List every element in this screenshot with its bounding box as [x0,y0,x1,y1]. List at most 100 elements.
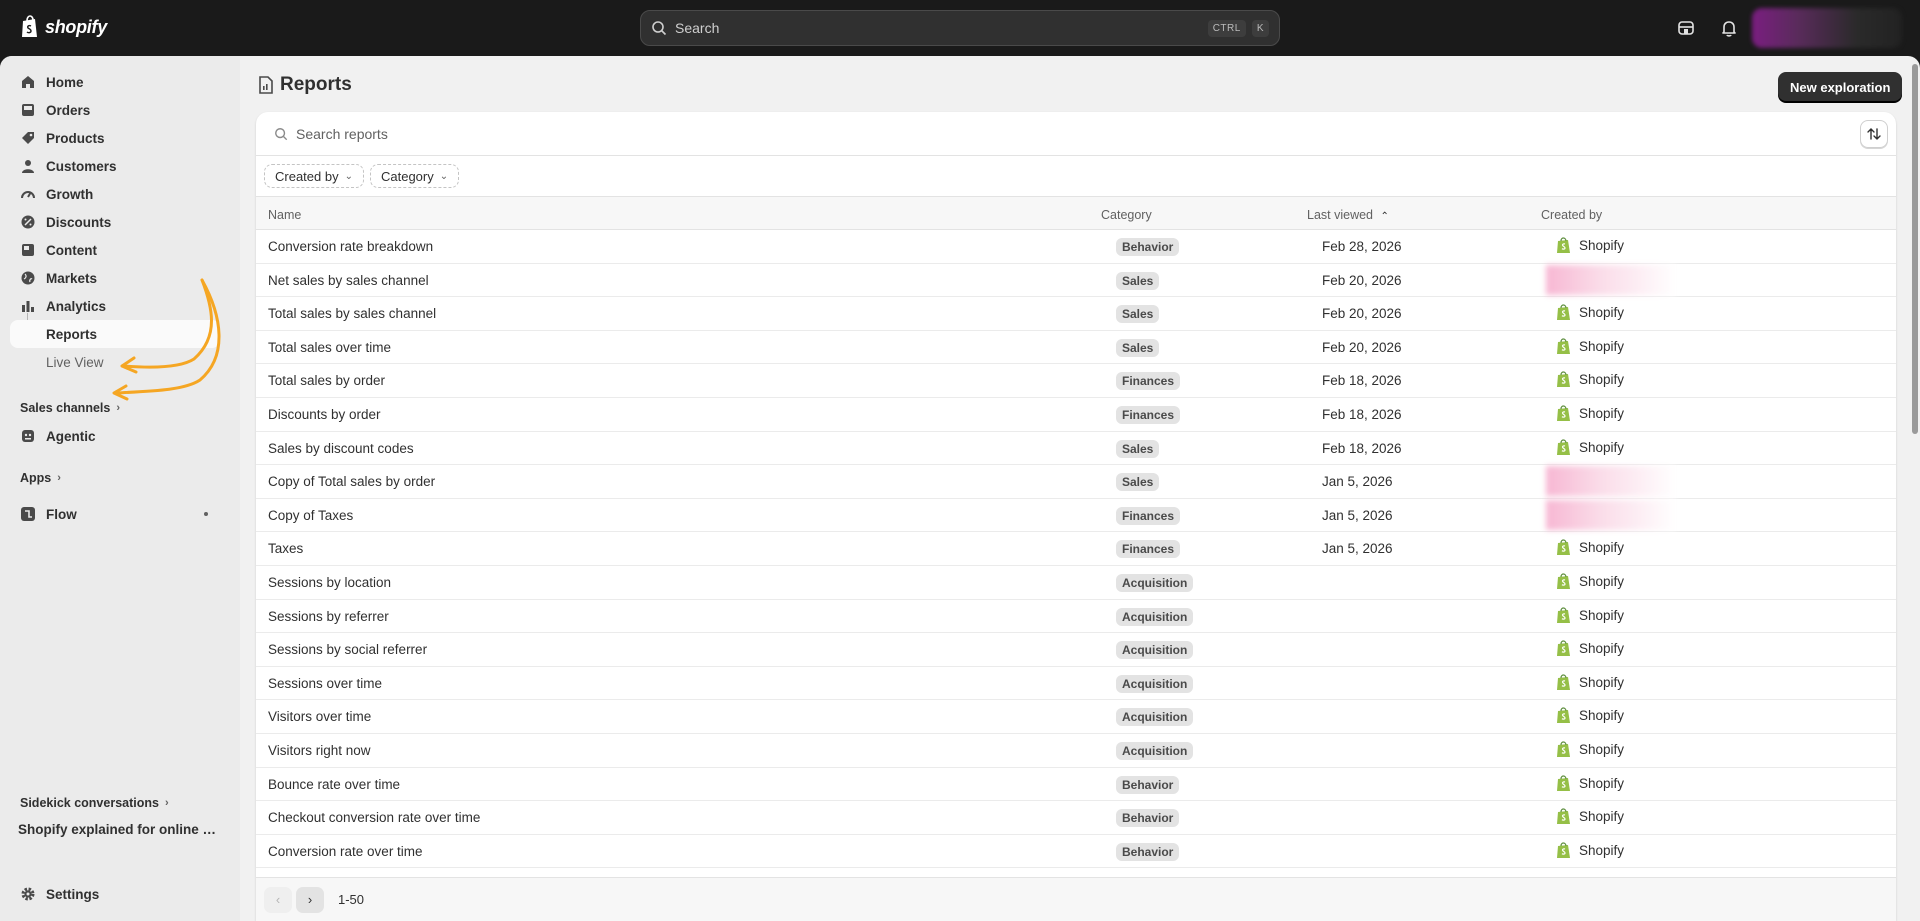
report-name[interactable]: Net sales by sales channel [268,273,429,288]
column-category[interactable]: Category [1101,208,1152,222]
report-name[interactable]: Visitors right now [268,743,371,758]
shopify-bag-icon [1557,808,1570,825]
table-row[interactable]: Net sales by sales channel Sales Feb 20, 2… [256,264,1896,298]
table-row[interactable]: Sessions by social referrer Acquisition Sh… [256,633,1896,667]
table-row[interactable]: Conversion rate over time Behavior Shopify [256,835,1896,869]
sales-channels-header[interactable]: Sales channels › [20,401,120,415]
shopify-logo[interactable]: shopify [20,15,107,39]
category-badge: Acquisition [1116,573,1194,592]
table-row[interactable]: Discounts by order Finances Feb 18, 2026 Sh… [256,398,1896,432]
table-row[interactable]: Total sales over time Sales Feb 20, 2026 Sh… [256,331,1896,365]
sidekick-conversation-item[interactable]: Shopify explained for online s... [18,822,218,837]
new-exploration-button[interactable]: New exploration [1778,72,1903,102]
table-row[interactable]: Checkout conversion rate over time Behavi… [256,801,1896,835]
sidebar-item-content[interactable]: Content [10,236,220,264]
created-by: Shopify [1556,842,1624,859]
global-search[interactable]: Search CTRL K [640,10,1280,46]
table-row[interactable]: Total sales by order Finances Feb 18, 2026… [256,364,1896,398]
report-name[interactable]: Copy of Taxes [268,508,353,523]
table-row[interactable]: Visitors over time Acquisition Shopify [256,700,1896,734]
created-by: Shopify [1556,539,1624,556]
sidebar-item-reports[interactable]: Reports [10,320,220,348]
report-name[interactable]: Discounts by order [268,407,381,422]
section-label: Sales channels [20,401,111,415]
category-badge: Behavior [1116,842,1180,861]
top-bar: shopify Search CTRL K [0,0,1920,56]
sort-ascending-icon: ⌃ [1380,211,1389,222]
sidebar-item-label: Products [46,130,105,146]
report-name[interactable]: Total sales by order [268,373,385,388]
sidebar-item-discounts[interactable]: Discounts [10,208,220,236]
report-name[interactable]: Visitors over time [268,709,371,724]
report-name[interactable]: Checkout conversion rate over time [268,810,480,825]
report-name[interactable]: Sessions by referrer [268,609,389,624]
column-created-by[interactable]: Created by [1541,208,1602,222]
report-name[interactable]: Total sales by sales channel [268,306,436,321]
page-range: 1-50 [338,892,365,907]
table-row[interactable]: Copy of Total sales by order Sales Jan 5, … [256,465,1896,499]
next-page-button[interactable]: › [296,886,324,913]
sidebar-item-label: Reports [46,326,98,342]
filter-created-by[interactable]: Created by ⌄ [264,164,364,188]
table-row[interactable]: Conversion rate breakdown Behavior Feb 28,… [256,230,1896,264]
sidebar-item-analytics[interactable]: Analytics [10,292,220,320]
sidebar-item-flow[interactable]: Flow [10,500,220,528]
filter-category[interactable]: Category ⌄ [369,164,460,188]
store-icon[interactable] [1676,18,1696,38]
sidebar-item-live-view[interactable]: Live View [10,348,220,376]
badge-label: Acquisition [1116,674,1194,693]
shortcut-key-k: K [1251,19,1269,37]
report-name[interactable]: Conversion rate over time [268,844,423,859]
sidebar-item-agentic[interactable]: Agentic [10,422,220,450]
table-row[interactable]: Total sales by sales channel Sales Feb 20,… [256,297,1896,331]
sidebar-item-products[interactable]: Products [10,124,220,152]
created-by: Shopify [1556,808,1624,825]
report-name[interactable]: Conversion rate breakdown [268,239,433,254]
search-icon [275,127,288,140]
report-name[interactable]: Sessions over time [268,676,382,691]
scrollbar[interactable] [1912,64,1918,434]
report-name[interactable]: Bounce rate over time [268,777,400,792]
sort-button[interactable] [1860,120,1888,148]
last-viewed-date: Feb 20, 2026 [1322,272,1402,288]
sidebar-item-customers[interactable]: Customers [10,152,220,180]
apps-header[interactable]: Apps › [20,471,61,485]
table-row[interactable]: Sales by discount codes Sales Feb 18, 2026… [256,432,1896,466]
column-last-viewed[interactable]: Last viewed ⌃ [1307,208,1389,222]
column-name[interactable]: Name [268,208,301,222]
report-name[interactable]: Copy of Total sales by order [268,474,435,489]
search-reports-input[interactable]: Search reports [256,112,1896,156]
report-name[interactable]: Sessions by social referrer [268,642,427,657]
table-row[interactable]: Bounce rate over time Behavior Shopify [256,768,1896,802]
table-row[interactable]: Sessions by location Acquisition Shopify [256,566,1896,600]
sidebar-item-orders[interactable]: Orders [10,96,220,124]
report-name[interactable]: Total sales over time [268,340,391,355]
sidebar-item-home[interactable]: Home [10,68,220,96]
report-name[interactable]: Sessions by location [268,575,391,590]
table-row[interactable]: Sessions over time Acquisition Shopify [256,667,1896,701]
badge-label: Finances [1116,405,1181,424]
sidekick-conversations-header[interactable]: Sidekick conversations › [20,796,169,810]
table-row[interactable]: Taxes Finances Jan 5, 2026 Shopify [256,532,1896,566]
previous-page-button[interactable]: ‹ [264,886,292,913]
sidebar-item-label: Live View [46,354,104,370]
report-name[interactable]: Taxes [268,541,303,556]
category-badge: Sales [1116,338,1160,357]
table-row[interactable]: Copy of Taxes Finances Jan 5, 2026 [256,499,1896,533]
table-row[interactable]: Sessions by referrer Acquisition Shopify [256,600,1896,634]
last-viewed-date: Jan 5, 2026 [1322,474,1393,490]
table-row[interactable]: Visitors right now Acquisition Shopify [256,734,1896,768]
sidebar: Home Orders Products Customers Growth Di… [0,56,240,921]
sidebar-item-growth[interactable]: Growth [10,180,220,208]
account-menu[interactable] [1752,8,1902,48]
badge-label: Sales [1116,338,1160,357]
bell-icon[interactable] [1719,18,1739,38]
redacted-creator [1546,264,1676,295]
created-by: Shopify [1556,707,1624,724]
category-badge: Sales [1116,305,1160,324]
globe-icon [21,271,35,285]
sidebar-item-settings[interactable]: Settings [10,880,220,908]
report-name[interactable]: Sales by discount codes [268,441,414,456]
sidebar-item-markets[interactable]: Markets [10,264,220,292]
category-badge: Acquisition [1116,641,1194,660]
